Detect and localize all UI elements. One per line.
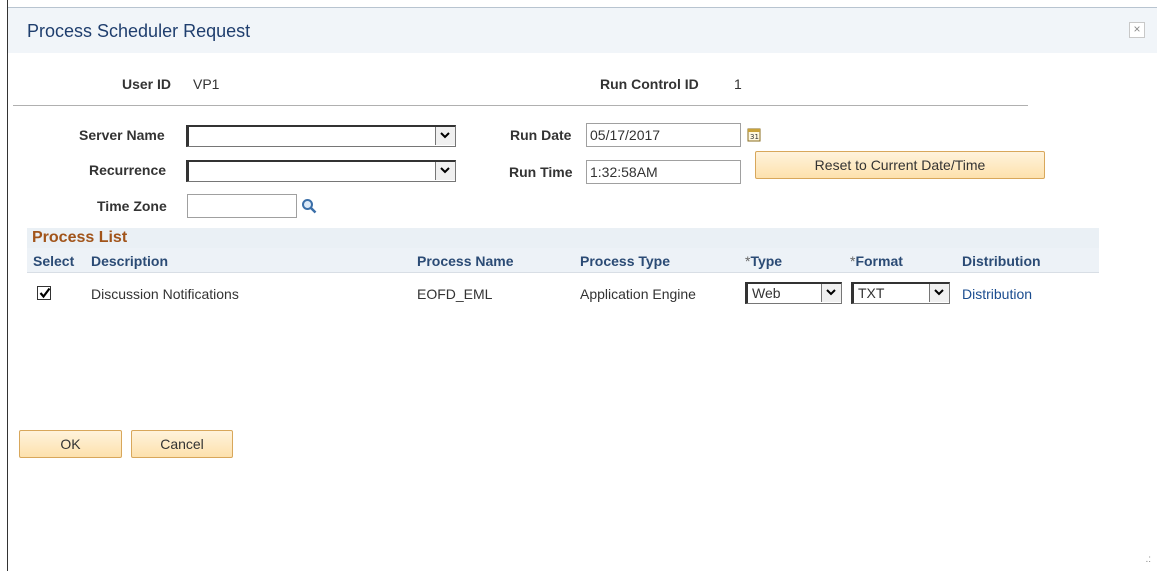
server-name-select[interactable] xyxy=(186,125,456,147)
time-zone-label: Time Zone xyxy=(97,198,167,214)
run-control-id-label: Run Control ID xyxy=(600,76,699,92)
recurrence-select[interactable] xyxy=(186,160,456,182)
dialog-title: Process Scheduler Request xyxy=(27,21,251,41)
col-type: *Type xyxy=(745,253,782,269)
row-process-name: EOFD_EML xyxy=(417,286,493,302)
distribution-link[interactable]: Distribution xyxy=(962,286,1032,302)
run-time-label: Run Time xyxy=(509,164,573,180)
close-icon[interactable]: × xyxy=(1129,22,1145,38)
type-select[interactable]: Web xyxy=(745,282,842,304)
col-process-name: Process Name xyxy=(417,253,514,269)
chevron-down-icon[interactable] xyxy=(435,162,455,180)
col-format-label: Format xyxy=(855,253,903,269)
row-select-checkbox[interactable] xyxy=(37,286,51,300)
user-id-value: VP1 xyxy=(193,76,220,92)
col-distribution: Distribution xyxy=(962,253,1041,269)
server-name-label: Server Name xyxy=(79,127,165,143)
dialog-titlebar: Process Scheduler Request × xyxy=(8,7,1157,53)
run-date-input[interactable] xyxy=(586,123,741,147)
svg-text:31: 31 xyxy=(750,133,759,141)
process-grid-header: Select Description Process Name Process … xyxy=(27,248,1099,273)
search-icon[interactable] xyxy=(301,198,317,217)
row-description: Discussion Notifications xyxy=(91,286,239,302)
col-format: *Format xyxy=(850,253,903,269)
reset-date-time-button[interactable]: Reset to Current Date/Time xyxy=(755,151,1045,179)
header-divider xyxy=(13,105,1028,106)
resize-grip-icon[interactable]: .: xyxy=(1145,554,1151,565)
cancel-button[interactable]: Cancel xyxy=(131,430,233,458)
col-description: Description xyxy=(91,253,169,269)
format-value: TXT xyxy=(858,285,885,301)
process-list-title: Process List xyxy=(32,229,128,246)
row-process-type: Application Engine xyxy=(580,286,696,302)
process-list-header: Process List xyxy=(27,228,1099,248)
col-type-label: Type xyxy=(750,253,783,269)
ok-button[interactable]: OK xyxy=(19,430,122,458)
col-process-type: Process Type xyxy=(580,253,671,269)
type-value: Web xyxy=(752,285,781,301)
run-time-input[interactable] xyxy=(586,160,741,184)
format-select[interactable]: TXT xyxy=(851,282,950,304)
recurrence-label: Recurrence xyxy=(89,162,167,178)
chevron-down-icon[interactable] xyxy=(929,284,949,302)
chevron-down-icon[interactable] xyxy=(435,127,455,145)
time-zone-input[interactable] xyxy=(187,194,297,218)
run-date-label: Run Date xyxy=(510,127,572,143)
user-id-label: User ID xyxy=(122,76,172,92)
run-control-id-value: 1 xyxy=(734,76,742,92)
calendar-icon[interactable]: 31 xyxy=(747,127,763,146)
col-select: Select xyxy=(33,253,75,269)
chevron-down-icon[interactable] xyxy=(821,284,841,302)
